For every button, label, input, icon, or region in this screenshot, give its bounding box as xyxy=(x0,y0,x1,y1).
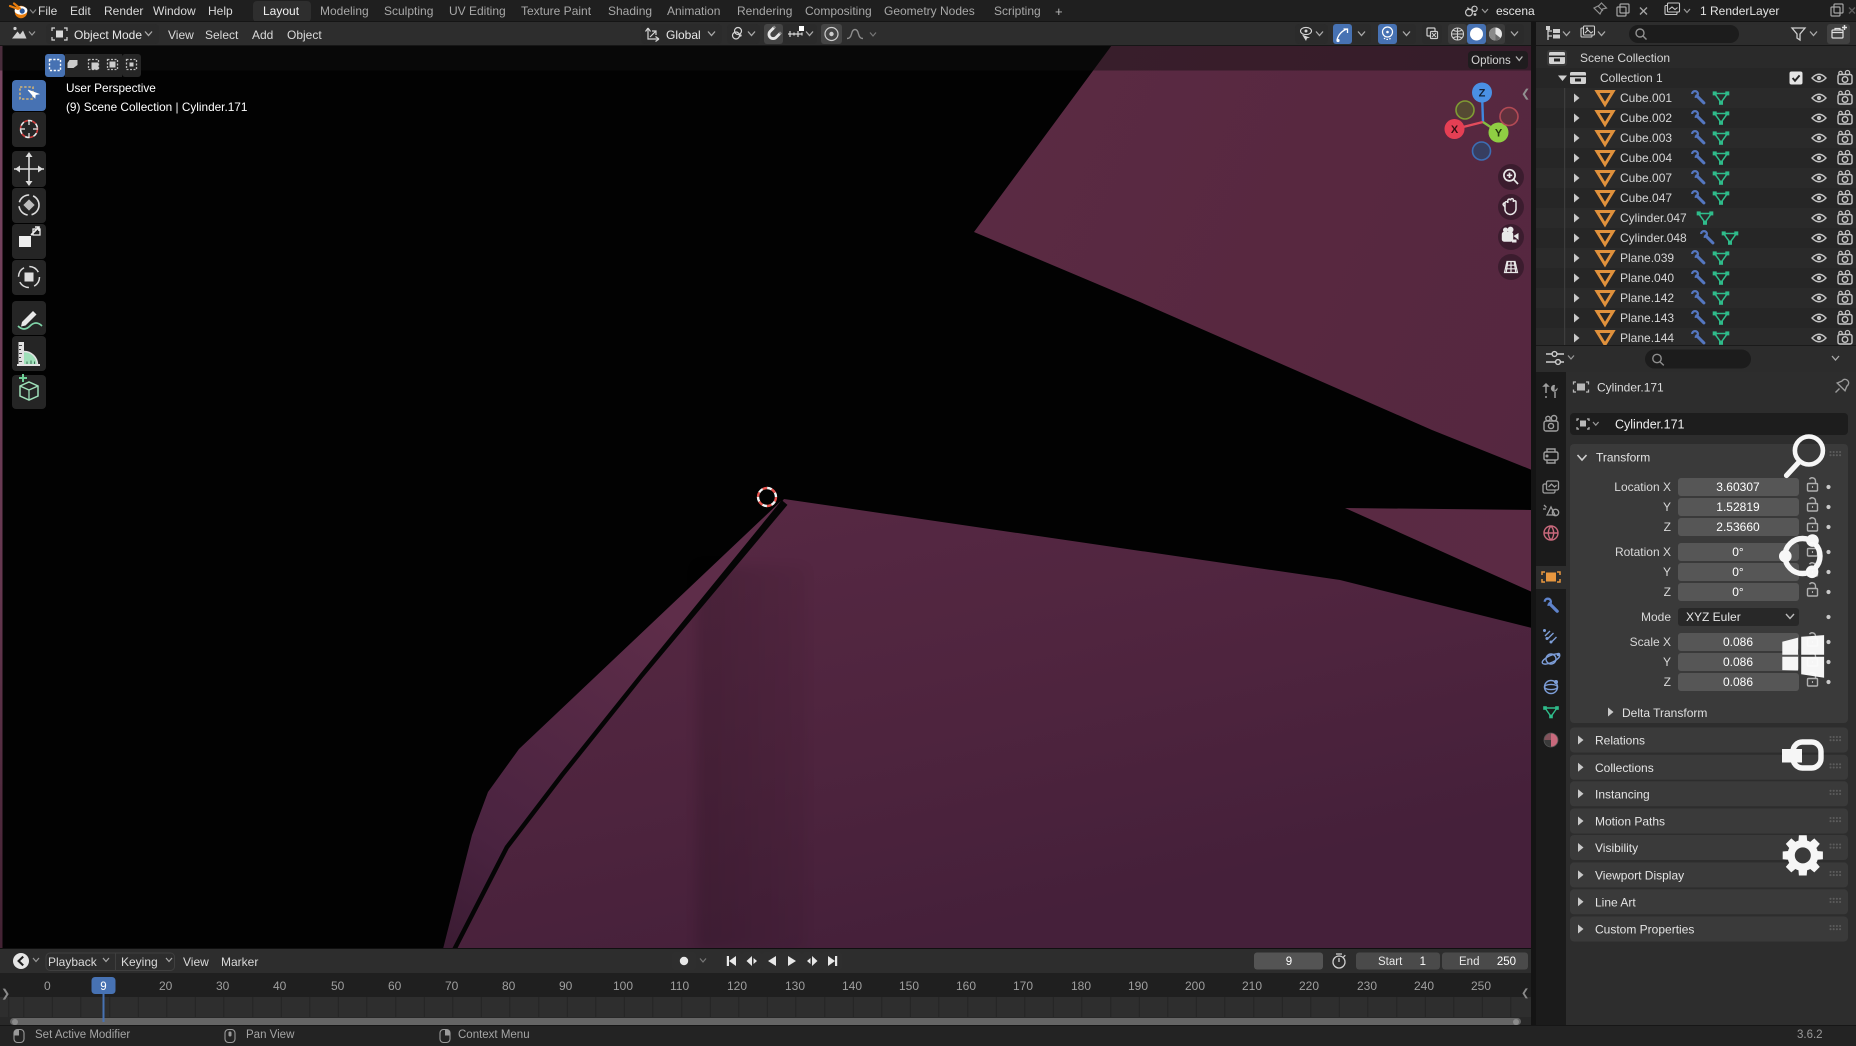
svg-text:Viewport Display: Viewport Display xyxy=(1595,868,1684,882)
svg-text:0°: 0° xyxy=(1732,585,1744,599)
svg-text:Y: Y xyxy=(1663,500,1671,514)
svg-text:Plane.040: Plane.040 xyxy=(1620,271,1674,285)
svg-text:Cube.007: Cube.007 xyxy=(1620,171,1672,185)
svg-text:250: 250 xyxy=(1497,956,1516,968)
svg-text:Collection 1: Collection 1 xyxy=(1600,71,1663,85)
svg-text:2.53660: 2.53660 xyxy=(1716,520,1760,534)
svg-text:Cube.004: Cube.004 xyxy=(1620,151,1672,165)
svg-text:X: X xyxy=(1451,124,1459,136)
svg-text:0.086: 0.086 xyxy=(1723,675,1753,689)
svg-text:❯: ❯ xyxy=(1,988,10,1000)
svg-text:Cylinder.171: Cylinder.171 xyxy=(1615,418,1685,432)
svg-text:Instancing: Instancing xyxy=(1595,787,1650,801)
svg-text:1.52819: 1.52819 xyxy=(1716,500,1760,514)
svg-text:0.086: 0.086 xyxy=(1723,635,1753,649)
svg-text:Relations: Relations xyxy=(1595,734,1645,748)
svg-text:Plane.142: Plane.142 xyxy=(1620,291,1674,305)
svg-text:Delta Transform: Delta Transform xyxy=(1622,706,1707,720)
svg-text:Y: Y xyxy=(1663,565,1671,579)
svg-text:Plane.039: Plane.039 xyxy=(1620,251,1674,265)
svg-text:Cylinder.048: Cylinder.048 xyxy=(1620,231,1687,245)
svg-text:0°: 0° xyxy=(1732,565,1744,579)
svg-text:Rotation X: Rotation X xyxy=(1615,545,1671,559)
svg-text:1: 1 xyxy=(1420,956,1426,968)
svg-text:Cube.003: Cube.003 xyxy=(1620,131,1672,145)
svg-text:Motion Paths: Motion Paths xyxy=(1595,815,1665,829)
svg-text:Location X: Location X xyxy=(1614,480,1671,494)
svg-text:0.086: 0.086 xyxy=(1723,655,1753,669)
svg-text:Options: Options xyxy=(1471,55,1511,67)
svg-text:Cube.001: Cube.001 xyxy=(1620,91,1672,105)
svg-text:Mode: Mode xyxy=(1641,610,1671,624)
svg-text:Visibility: Visibility xyxy=(1595,841,1638,855)
svg-text:Z: Z xyxy=(1664,675,1671,689)
svg-text:Cylinder.171: Cylinder.171 xyxy=(1597,381,1664,395)
svg-text:User Perspective: User Perspective xyxy=(66,81,156,95)
svg-text:❮: ❮ xyxy=(1521,88,1530,100)
svg-text:Plane.144: Plane.144 xyxy=(1620,331,1674,345)
svg-text:Line Art: Line Art xyxy=(1595,895,1636,909)
svg-text:End: End xyxy=(1459,956,1479,968)
svg-text:9: 9 xyxy=(1286,956,1292,968)
svg-text:Transform: Transform xyxy=(1596,451,1650,465)
svg-text:Z: Z xyxy=(1664,585,1671,599)
svg-text:9: 9 xyxy=(100,981,106,993)
svg-text:Cube.002: Cube.002 xyxy=(1620,111,1672,125)
svg-text:Cube.047: Cube.047 xyxy=(1620,191,1672,205)
svg-text:Collections: Collections xyxy=(1595,761,1654,775)
svg-text:Scene Collection: Scene Collection xyxy=(1580,51,1670,65)
svg-text:XYZ Euler: XYZ Euler xyxy=(1686,610,1741,624)
svg-text:Scale X: Scale X xyxy=(1630,635,1671,649)
svg-text:Z: Z xyxy=(1479,88,1486,100)
svg-text:❮: ❮ xyxy=(1521,988,1529,999)
svg-text:+: + xyxy=(1055,4,1063,19)
svg-text:0°: 0° xyxy=(1732,545,1744,559)
svg-text:(9) Scene Collection | Cylinde: (9) Scene Collection | Cylinder.171 xyxy=(66,100,247,114)
svg-text:Custom Properties: Custom Properties xyxy=(1595,923,1694,937)
svg-text:Start: Start xyxy=(1378,956,1403,968)
svg-text:Cylinder.047: Cylinder.047 xyxy=(1620,211,1687,225)
svg-text:Y: Y xyxy=(1663,655,1671,669)
svg-text:3.60307: 3.60307 xyxy=(1716,480,1760,494)
svg-text:Y: Y xyxy=(1495,128,1503,140)
svg-text:Z: Z xyxy=(1664,520,1671,534)
svg-text:Plane.143: Plane.143 xyxy=(1620,311,1674,325)
